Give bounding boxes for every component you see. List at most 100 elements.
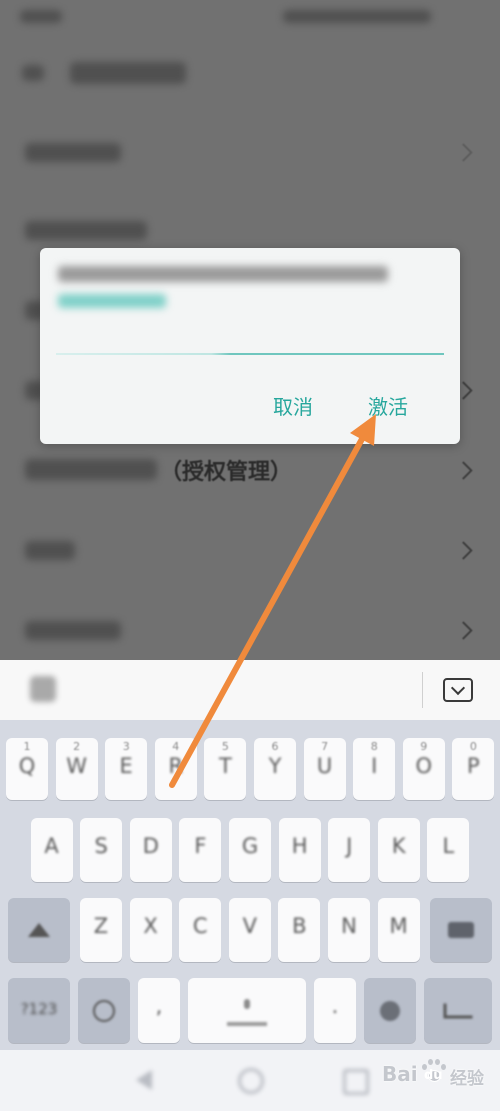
key-letter: O [415,754,433,778]
key-s[interactable]: S [80,818,123,882]
emoji-icon [380,1000,400,1021]
space-key[interactable] [188,978,306,1043]
key-letter: T [218,754,232,778]
settings-row-6[interactable] [0,511,500,589]
row-label-blurred [25,459,157,480]
baidu-jingyan-watermark: Bai du 经验 [378,1056,500,1104]
key-letter: B [292,914,307,938]
dialog-message-blurred [58,266,388,282]
key-x[interactable]: X [129,898,172,962]
status-time-blurred [20,10,62,23]
key-letter: W [66,754,87,778]
watermark-brand-right: du [424,1068,443,1083]
key-number-hint: 4 [172,740,180,753]
key-letter: L [442,834,455,858]
key-p[interactable]: 0P [452,738,495,800]
watermark-brand-left: Bai [382,1062,418,1086]
key-letter: Y [268,754,282,778]
key-letter: A [44,834,59,858]
row-label-blurred [25,621,121,640]
key-letter: U [316,754,333,778]
key-letter: G [241,834,259,858]
activate-button[interactable]: 激活 [368,391,408,420]
symbols-key-label: ?123 [20,1000,58,1018]
enter-icon [443,1003,473,1018]
key-letter: R [168,754,184,778]
key-f[interactable]: F [179,818,222,882]
key-number-hint: 7 [321,740,329,753]
keyboard-toolbar [0,660,500,720]
settings-row-1[interactable] [0,113,500,191]
key-a[interactable]: A [30,818,73,882]
activation-dialog: 取消 激活 [40,248,460,444]
emoji-icon[interactable] [30,676,56,702]
globe-icon [93,999,115,1022]
page-title-blurred [70,62,186,84]
key-c[interactable]: C [179,898,222,962]
status-icons-blurred [283,10,431,23]
mic-icon [244,999,250,1009]
row-label-blurred [25,143,121,162]
key-number-hint: 1 [23,740,31,753]
key-q[interactable]: 1Q [6,738,48,800]
key-letter: H [291,834,308,858]
chevron-right-icon [454,461,473,480]
space-bar-mark [227,1022,267,1026]
chevron-right-icon [454,143,473,162]
settings-row-7[interactable] [0,591,500,669]
key-t[interactable]: 5T [204,738,247,800]
key-letter: P [467,754,480,778]
key-e[interactable]: 3E [105,738,148,800]
key-number-hint: 3 [122,740,130,753]
key-number-hint: 6 [271,740,279,753]
key-number-hint: 8 [370,740,378,753]
key-g[interactable]: G [229,818,271,882]
key-d[interactable]: D [129,818,172,882]
key-i[interactable]: 8I [353,738,396,800]
keyboard-hide-icon[interactable] [443,678,473,702]
key-y[interactable]: 6Y [254,738,296,800]
key-l[interactable]: L [427,818,470,882]
symbols-key[interactable]: ?123 [8,978,70,1043]
chevron-right-icon [454,621,473,640]
language-key[interactable] [78,978,130,1043]
key-j[interactable]: J [328,818,371,882]
key-h[interactable]: H [278,818,321,882]
period-key[interactable]: . [314,978,356,1043]
key-u[interactable]: 7U [303,738,346,800]
key-n[interactable]: N [328,898,370,962]
shift-icon [28,923,50,937]
key-letter: E [119,754,133,778]
key-letter: Z [93,914,109,938]
input-underline [56,353,444,355]
key-w[interactable]: 2W [55,738,98,800]
key-z[interactable]: Z [80,898,122,962]
key-letter: Q [18,754,36,778]
key-k[interactable]: K [377,818,420,882]
key-b[interactable]: B [278,898,321,962]
key-o[interactable]: 9O [402,738,445,800]
key-letter: S [94,834,108,858]
chevron-right-icon [454,541,473,560]
backspace-key[interactable] [430,898,492,962]
nav-back-icon[interactable] [136,1070,152,1090]
comma-key-label: , [155,994,163,1018]
key-number-hint: 2 [73,740,81,753]
toolbar-divider [422,672,423,708]
key-v[interactable]: V [228,898,271,962]
soft-keyboard: ?123 , . 1Q2W3E4R5T6Y7U8I9O0PASDFGHJKLZX… [0,720,500,1050]
emoji-key[interactable] [364,978,416,1043]
back-arrow-icon[interactable] [22,65,44,81]
cancel-button[interactable]: 取消 [273,391,313,420]
nav-home-icon[interactable] [238,1068,264,1094]
key-letter: I [371,754,378,778]
comma-key[interactable]: , [138,978,180,1043]
nav-recents-icon[interactable] [343,1069,369,1095]
key-r[interactable]: 4R [154,738,197,800]
shift-key[interactable] [8,898,70,962]
enter-key[interactable] [424,978,492,1043]
key-m[interactable]: M [377,898,420,962]
period-key-label: . [331,994,339,1018]
row-label-blurred [25,541,75,560]
key-letter: C [192,914,208,938]
